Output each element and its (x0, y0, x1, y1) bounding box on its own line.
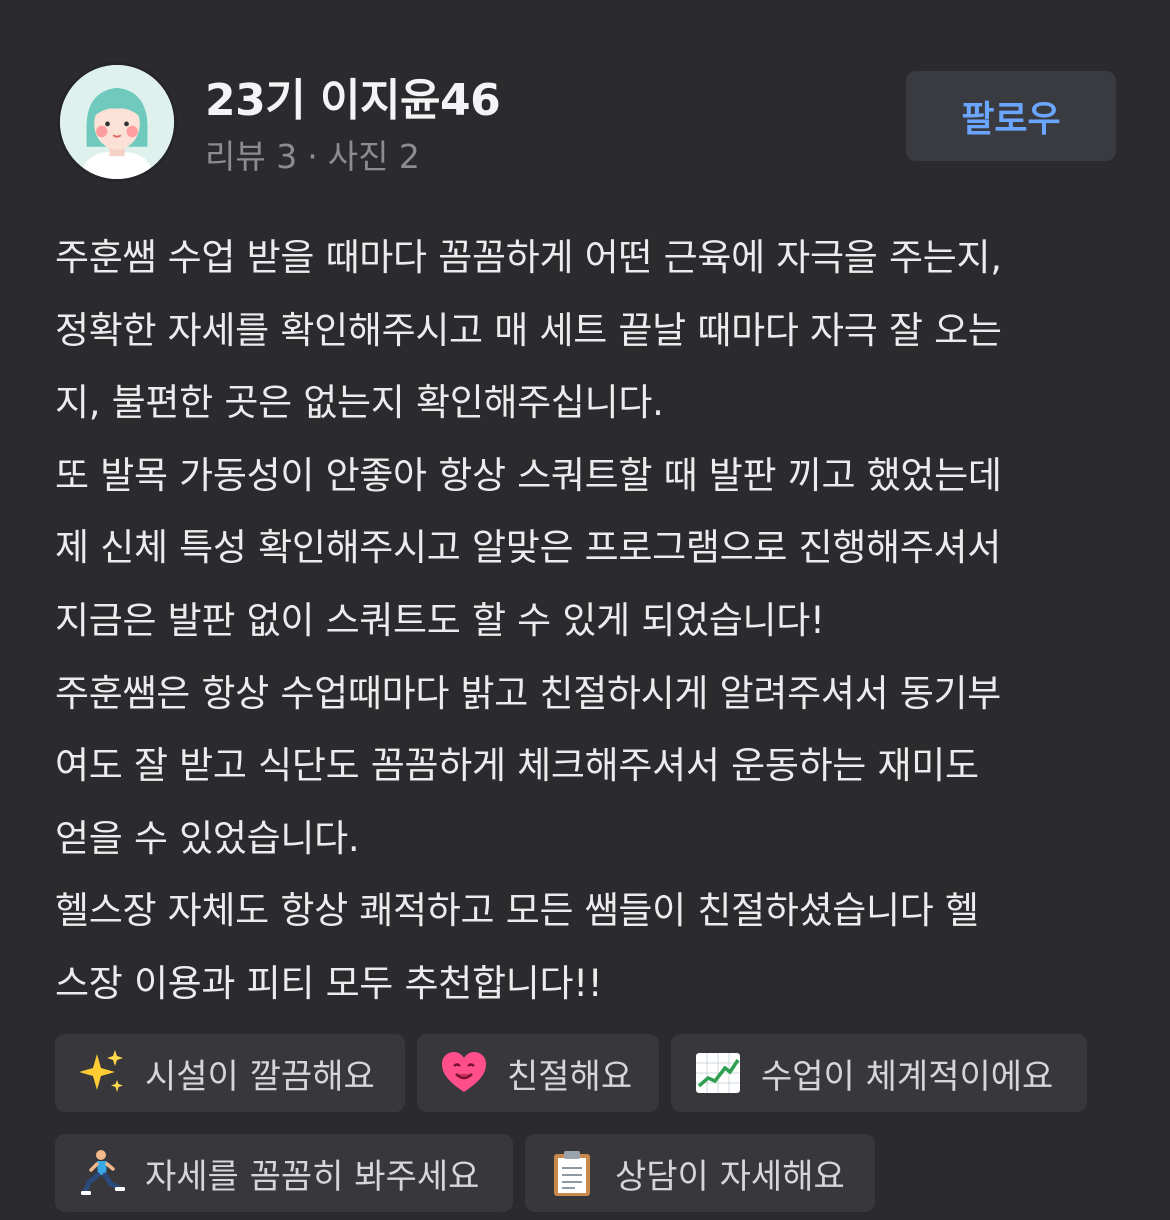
photo-count: 사진 2 (327, 137, 420, 176)
review-line: 또 발목 가동성이 안좋아 항상 스쿼트할 때 발판 끼고 했었는데 (55, 453, 1002, 497)
reviewer-stats: 리뷰 3 · 사진 2 (205, 130, 420, 178)
avatar-illustration-icon (60, 65, 174, 179)
review-line: 헬스장 자체도 항상 쾌적하고 모든 쌤들이 친절하셨습니다 헬 (55, 889, 979, 933)
tag-clean-facility: 시설이 깔끔해요 (55, 1034, 405, 1112)
review-line: 지금은 발판 없이 스쿼트도 할 수 있게 되었습니다! (55, 598, 825, 642)
follow-button[interactable]: 팔로우 (906, 71, 1116, 161)
tag-label: 친절해요 (507, 1056, 633, 1097)
review-line: 여도 잘 받고 식단도 꼼꼼하게 체크해주셔서 운동하는 재미도 (55, 744, 979, 788)
review-count: 리뷰 3 (205, 137, 298, 176)
heart-smile-icon (439, 1048, 489, 1098)
review-line: 지, 불편한 곳은 없는지 확인해주십니다. (55, 381, 664, 425)
review-line: 얻을 수 있었습니다. (55, 816, 360, 860)
tag-friendly: 친절해요 (417, 1034, 659, 1112)
tag-label: 자세를 꼼꼼히 봐주세요 (145, 1156, 480, 1197)
tag-label: 상담이 자세해요 (615, 1156, 845, 1197)
tag-label: 수업이 체계적이에요 (761, 1056, 1054, 1097)
separator: · (307, 137, 318, 176)
reviewer-header: 23기 이지윤46 리뷰 3 · 사진 2 팔로우 (0, 0, 1170, 200)
review-line: 주훈쌤 수업 받을 때마다 꼼꼼하게 어떤 근육에 자극을 주는지, (55, 236, 1002, 279)
review-card: 23기 이지윤46 리뷰 3 · 사진 2 팔로우 주훈쌤 수업 받을 때마다 꼼꼼… (0, 0, 1170, 1220)
sparkles-icon (77, 1048, 127, 1098)
review-line: 스장 이용과 피티 모두 추천합니다!! (55, 961, 603, 1005)
avatar[interactable] (57, 62, 177, 182)
review-line: 정확한 자세를 확인해주시고 매 세트 끝날 때마다 자극 잘 오는 (55, 308, 1002, 352)
tag-detailed-consultation: 상담이 자세해요 (525, 1134, 875, 1212)
tag-systematic-class: 수업이 체계적이에요 (671, 1034, 1087, 1112)
tag-label: 시설이 깔끔해요 (145, 1056, 375, 1097)
username[interactable]: 23기 이지윤46 (205, 64, 501, 128)
tag-posture-check: 자세를 꼼꼼히 봐주세요 (55, 1134, 513, 1212)
lunge-person-icon (77, 1148, 127, 1198)
review-line: 주훈쌤은 항상 수업때마다 밝고 친절하시게 알려주셔서 동기부 (55, 671, 1002, 715)
review-line: 제 신체 특성 확인해주시고 알맞은 프로그램으로 진행해주셔서 (55, 526, 1002, 570)
review-text: 주훈쌤 수업 받을 때마다 꼼꼼하게 어떤 근육에 자극을 주는지, 정확한 자… (55, 222, 1135, 1021)
clipboard-icon (547, 1148, 597, 1198)
chart-up-icon (693, 1048, 743, 1098)
